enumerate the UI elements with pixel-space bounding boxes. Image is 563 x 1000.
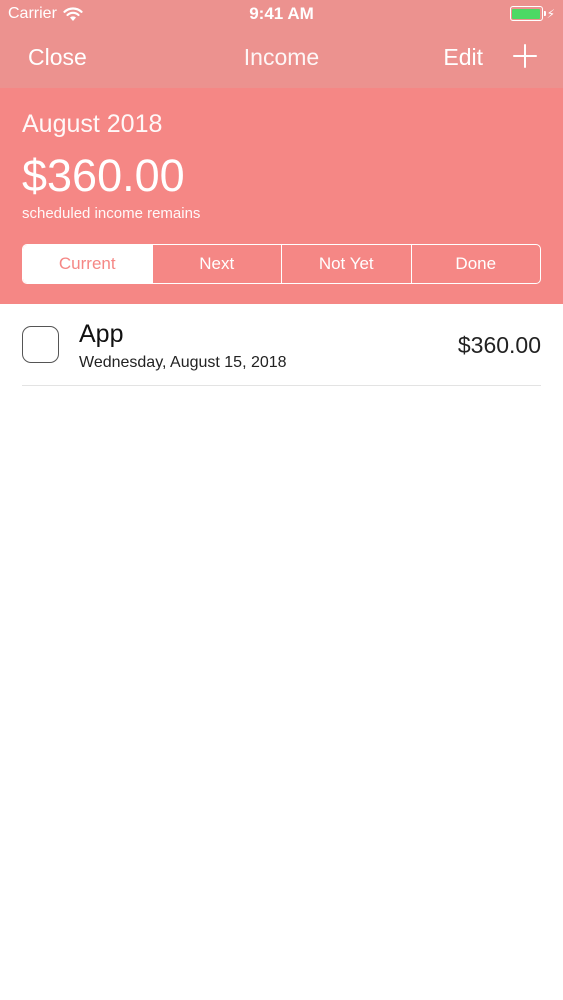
status-time: 9:41 AM bbox=[249, 4, 314, 23]
segment-not-yet[interactable]: Not Yet bbox=[281, 245, 411, 283]
month-label: August 2018 bbox=[22, 110, 163, 138]
battery-indicator: ⚡ bbox=[509, 6, 555, 21]
item-date: Wednesday, August 15, 2018 bbox=[79, 354, 287, 371]
item-amount: $360.00 bbox=[457, 332, 541, 358]
edit-button[interactable]: Edit bbox=[443, 44, 483, 71]
row-divider bbox=[22, 385, 541, 386]
segment-done[interactable]: Done bbox=[410, 245, 541, 283]
segmented-control: Current Next Not Yet Done bbox=[22, 244, 541, 284]
list-item[interactable]: App Wednesday, August 15, 2018 $360.00 bbox=[0, 304, 563, 386]
navigation-header: Carrier 9:41 AM ⚡ Close Income Edit bbox=[0, 0, 563, 88]
charging-bolt-icon: ⚡ bbox=[546, 6, 555, 21]
checkbox[interactable] bbox=[22, 326, 59, 363]
item-title: App bbox=[79, 320, 124, 348]
income-summary: August 2018 $360.00 scheduled income rem… bbox=[0, 88, 563, 304]
remaining-amount: $360.00 bbox=[22, 150, 185, 201]
segment-current[interactable]: Current bbox=[23, 245, 152, 283]
remaining-caption: scheduled income remains bbox=[22, 205, 201, 222]
plus-icon[interactable] bbox=[513, 44, 537, 68]
segment-next[interactable]: Next bbox=[151, 245, 282, 283]
battery-level bbox=[512, 8, 541, 19]
battery-icon bbox=[509, 6, 546, 21]
income-screen: Carrier 9:41 AM ⚡ Close Income Edit Augu… bbox=[0, 0, 563, 1000]
